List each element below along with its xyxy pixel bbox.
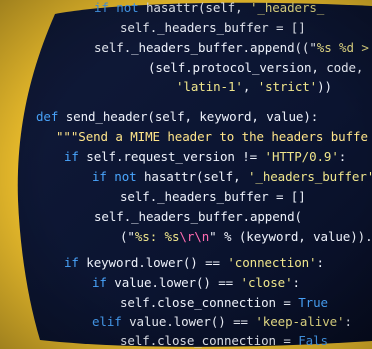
code-line: if self.request_version != 'HTTP/0.9': — [64, 147, 346, 167]
code-line: ("%s: %s\r\n" % (keyword, value)). — [120, 227, 372, 247]
code-line: if not hasattr(self, '_headers_buffer') — [92, 167, 372, 187]
code-line: self.close_connection = Fals — [120, 331, 328, 349]
code-token: (" — [120, 229, 135, 244]
code-token: send_header — [65, 109, 148, 124]
code-line: (self.protocol_version, code, — [148, 58, 363, 78]
code-token: , — [242, 79, 258, 94]
code-line: if value.lower() == 'close': — [92, 273, 300, 293]
code-token: (self, keyword, value): — [147, 109, 319, 124]
code-token: (self.protocol_version, code, — [148, 60, 364, 75]
code-token: 'HTTP/0.9' — [264, 149, 339, 164]
code-line: if keyword.lower() == 'connection': — [64, 253, 324, 273]
code-line: def send_header(self, keyword, value): — [36, 107, 318, 127]
code-token: self._headers_buffer.append( — [94, 209, 302, 224]
code-token: elif — [92, 314, 122, 329]
code-block: if not hasattr(self, '_headers_ self._hea… — [0, 0, 372, 349]
code-token: 'keep-alive' — [255, 314, 345, 329]
code-line: self._headers_buffer = [] — [120, 18, 306, 38]
code-token: : — [338, 149, 347, 164]
code-token: Fals — [298, 333, 328, 348]
code-token: if — [64, 255, 79, 270]
code-line: if not hasattr(self, '_headers_ — [94, 0, 324, 18]
code-token: 'connection' — [227, 255, 317, 270]
code-token: keyword.lower() == — [78, 255, 228, 270]
code-token: if — [94, 0, 109, 15]
code-token: if — [92, 169, 107, 184]
code-line: 'latin-1', 'strict')) — [176, 77, 332, 97]
code-token: hasattr(self, — [136, 169, 248, 184]
code-token: """Send a MIME header to the headers buf… — [56, 129, 368, 144]
code-token: value.lower() == — [106, 275, 241, 290]
code-token: " — [209, 229, 217, 244]
code-token: hasattr(self, — [138, 0, 250, 15]
code-line: self._headers_buffer.append(("%s %d > — [94, 38, 369, 58]
code-token: not — [114, 169, 137, 184]
code-line: """Send a MIME header to the headers buf… — [56, 127, 368, 147]
code-token: % (keyword, value)). — [216, 229, 372, 244]
code-token: : — [344, 314, 352, 329]
code-line: self.close_connection = True — [120, 293, 328, 313]
code-line: self._headers_buffer = [] — [120, 187, 306, 207]
code-token: if — [92, 275, 107, 290]
code-token: : — [292, 275, 301, 290]
code-token: if — [64, 149, 79, 164]
code-token: self.close_connection = — [120, 333, 299, 348]
code-token: %s: %s — [134, 229, 180, 244]
code-token: '_headers_ — [249, 0, 325, 15]
code-photo: if not hasattr(self, '_headers_ self._hea… — [0, 0, 372, 349]
code-token: 'close' — [240, 275, 293, 290]
code-line: elif value.lower() == 'keep-alive': — [92, 312, 352, 332]
code-token: value.lower() == — [121, 314, 256, 329]
code-token: : — [316, 255, 324, 270]
code-token: def — [36, 109, 59, 124]
code-token: not — [116, 0, 139, 15]
code-token: self.close_connection = — [120, 295, 299, 310]
code-token: %s %d > — [316, 40, 369, 55]
code-token: 'latin-1' — [176, 79, 243, 94]
code-token: \r\n — [179, 229, 210, 244]
code-token: self._headers_buffer = [] — [120, 20, 306, 35]
code-token: self._headers_buffer.append((" — [94, 40, 317, 55]
code-token: )) — [317, 79, 332, 94]
code-token: self.request_version != — [78, 149, 265, 164]
code-token: 'strict' — [257, 79, 318, 94]
code-token: True — [298, 295, 328, 310]
code-line: self._headers_buffer.append( — [94, 207, 302, 227]
code-token: '_headers_buffer' — [247, 169, 372, 184]
code-token: self._headers_buffer = [] — [120, 189, 306, 204]
